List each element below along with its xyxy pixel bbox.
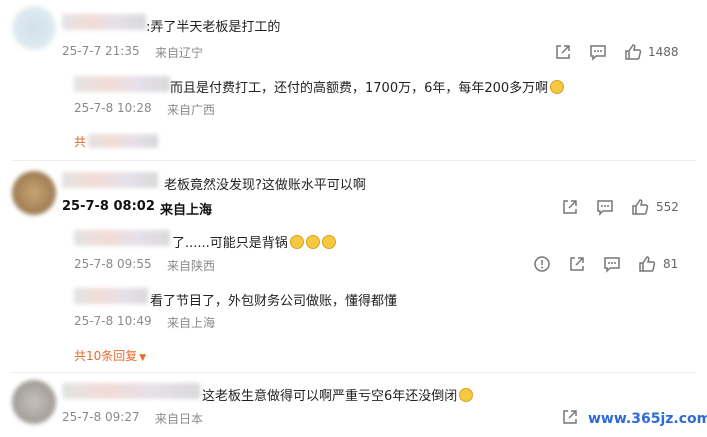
more-replies-link[interactable]: 共10条回复 ▼ [74, 347, 146, 364]
emoji-icon [321, 235, 336, 249]
more-replies-blurred [88, 134, 158, 148]
comment-text: 老板竟然没发现?这做账水平可以啊 [164, 178, 366, 193]
like-icon[interactable] [631, 198, 649, 216]
share-icon[interactable] [568, 255, 586, 273]
reply-location: 来自上海 [167, 316, 216, 330]
reply-location: 来自广西 [167, 103, 216, 117]
comment-icon[interactable] [589, 43, 607, 61]
emoji-icon [289, 235, 304, 249]
username-blurred[interactable] [62, 172, 158, 188]
emoji-icon [459, 388, 474, 402]
reply-location: 来自陕西 [167, 259, 216, 273]
like-icon[interactable] [638, 255, 656, 273]
divider [12, 372, 696, 373]
reply-text: 看了节目了，外包财务公司做账，懂得都懂 [150, 294, 398, 309]
comment-time: 25-7-8 09:27 [62, 410, 140, 424]
avatar[interactable] [12, 380, 56, 424]
username-blurred[interactable] [62, 383, 200, 399]
comment-icon[interactable] [603, 255, 621, 273]
reply-text: 而且是付费打工，还付的高额费，1700万，6年，每年200多万啊 [170, 77, 565, 96]
reply-username-blurred[interactable] [74, 230, 170, 246]
reply-time: 25-7-8 10:49 [74, 314, 152, 328]
comment-location: 来自上海 [160, 203, 213, 218]
reply-time: 25-7-8 10:28 [74, 101, 152, 115]
reply-username-blurred[interactable] [74, 288, 148, 304]
like-icon[interactable] [624, 43, 642, 61]
comment-location: 来自辽宁 [155, 46, 204, 60]
reply-time: 25-7-8 09:55 [74, 257, 152, 271]
comment-time: 25-7-8 08:02 [62, 199, 155, 214]
reply-username-blurred[interactable] [74, 76, 170, 92]
divider [12, 160, 696, 161]
comment-icon[interactable] [596, 198, 614, 216]
like-count: 1488 [648, 45, 679, 59]
more-replies-link[interactable]: 共 [74, 133, 86, 150]
share-icon[interactable] [554, 43, 572, 61]
emoji-icon [305, 235, 320, 249]
like-count: 552 [656, 200, 679, 214]
share-icon[interactable] [561, 198, 579, 216]
comment-text: 这老板生意做得可以啊严重亏空6年还没倒闭 [202, 385, 474, 404]
like-count: 81 [663, 257, 679, 271]
avatar[interactable] [12, 171, 56, 215]
comment-text: :弄了半天老板是打工的 [146, 20, 281, 35]
share-icon[interactable] [561, 408, 579, 426]
report-icon[interactable] [533, 255, 551, 273]
reply-text: 了......可能只是背锅 [172, 232, 336, 251]
emoji-icon [550, 80, 565, 94]
watermark: www.365jz.com [584, 410, 707, 428]
comment-time: 25-7-7 21:35 [62, 44, 140, 58]
comment-location: 来自日本 [155, 412, 204, 426]
username-blurred[interactable] [62, 14, 146, 30]
avatar[interactable] [12, 6, 56, 50]
chevron-down-icon: ▼ [139, 353, 147, 363]
